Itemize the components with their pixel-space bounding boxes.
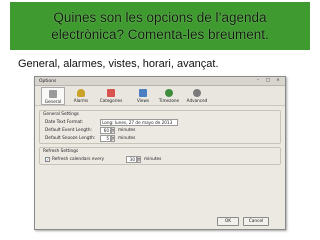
tab-timezone-label: Timezone	[158, 98, 180, 103]
event-length-input[interactable]: 60	[100, 127, 111, 134]
general-icon	[49, 90, 57, 98]
tab-categories[interactable]: Categories	[99, 87, 123, 105]
tab-alarms[interactable]: Alarms	[69, 87, 93, 105]
tab-categories-label: Categories	[99, 98, 123, 103]
event-length-label: Default Event Length:	[45, 128, 93, 133]
dialog-title: Options	[39, 79, 57, 84]
options-dialog: Options – □ × General Alarms Categories …	[34, 76, 286, 230]
tab-general-label: General	[44, 99, 62, 104]
slide-title-line-1: Quines son les opcions de l’agenda	[53, 10, 267, 25]
maximize-button[interactable]: □	[263, 78, 273, 84]
tab-advanced-label: Advanced	[186, 98, 208, 103]
snooze-length-unit: minutes	[118, 136, 136, 141]
snooze-length-spinner[interactable]: ▴ ▾	[111, 135, 115, 142]
general-settings-legend: General Settings	[43, 112, 79, 117]
event-length-spinner[interactable]: ▴ ▾	[111, 127, 115, 134]
refresh-checkbox[interactable]: ✓	[45, 157, 50, 162]
slide-title: Quines son les opcions de l’agenda elect…	[10, 2, 310, 50]
minimize-button[interactable]: –	[253, 78, 263, 84]
refresh-interval-input[interactable]: 30	[126, 156, 137, 163]
refresh-settings-group: Refresh Settings ✓ Refresh calendars eve…	[39, 147, 281, 165]
tab-alarms-label: Alarms	[73, 98, 89, 103]
slide-title-line-2: electrònica? Comenta-les breument.	[51, 27, 269, 42]
snooze-length-input[interactable]: 5	[100, 135, 111, 142]
close-button[interactable]: ×	[273, 78, 283, 84]
refresh-interval-unit: minutes	[144, 157, 162, 162]
timezone-icon	[165, 89, 173, 97]
refresh-settings-legend: Refresh Settings	[43, 149, 79, 154]
ok-button[interactable]: OK	[217, 217, 239, 226]
snooze-length-label: Default Snooze Length:	[45, 136, 96, 141]
tab-advanced[interactable]: Advanced	[185, 87, 209, 105]
date-format-value: Long: lunes, 27 de mayo de 2013	[102, 120, 173, 125]
categories-icon	[107, 89, 115, 97]
refresh-label: Refresh calendars every	[52, 157, 105, 162]
advanced-icon	[193, 89, 201, 97]
event-length-unit: minutes	[118, 128, 136, 133]
date-format-label: Date Text Format:	[45, 120, 84, 125]
tab-timezone[interactable]: Timezone	[157, 87, 181, 105]
dialog-titlebar: Options – □ ×	[35, 77, 285, 86]
tab-general[interactable]: General	[41, 87, 65, 105]
refresh-interval-spinner[interactable]: ▴ ▾	[137, 156, 141, 163]
cancel-button[interactable]: Cancel	[243, 217, 269, 226]
tab-views[interactable]: Views	[131, 87, 155, 105]
views-icon	[139, 89, 147, 97]
options-toolbar: General Alarms Categories Views Timezone…	[35, 86, 285, 106]
date-format-select[interactable]: Long: lunes, 27 de mayo de 2013	[100, 119, 178, 126]
alarm-icon	[77, 89, 85, 97]
general-settings-group: General Settings Date Text Format: Long:…	[39, 110, 281, 144]
tab-views-label: Views	[136, 98, 150, 103]
slide-bullet-text: General, alarmes, vistes, horari, avança…	[18, 58, 219, 70]
